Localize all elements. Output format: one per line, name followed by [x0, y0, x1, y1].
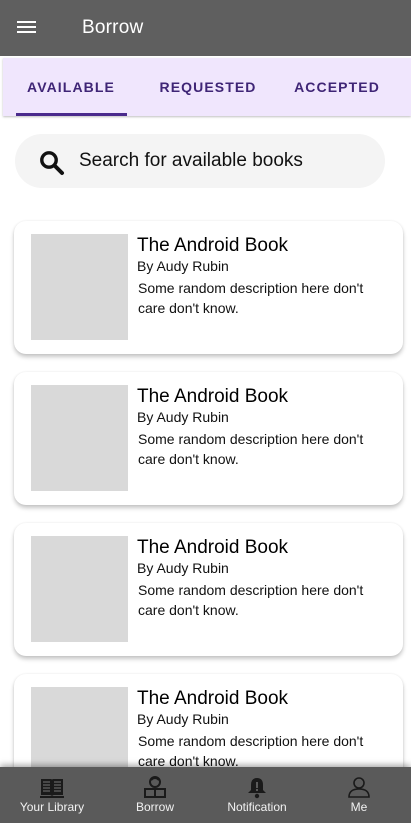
tab-indicator — [16, 113, 127, 116]
book-author: By Audy Rubin — [137, 409, 229, 425]
book-title: The Android Book — [137, 537, 289, 558]
book-author: By Audy Rubin — [137, 711, 229, 727]
bottom-navigation: Your Library Borrow Notification Me — [0, 767, 411, 823]
person-icon — [348, 777, 370, 798]
menu-icon-line — [17, 31, 36, 33]
nav-label: Your Library — [19, 800, 85, 814]
tab-available[interactable]: AVAILABLE — [16, 58, 126, 116]
search-icon — [40, 151, 64, 175]
nav-label: Notification — [227, 800, 287, 814]
search-placeholder: Search for available books — [79, 150, 303, 171]
book-description: Some random description here don't care … — [138, 280, 364, 316]
book-cover — [31, 234, 128, 340]
nav-me[interactable]: Me — [313, 767, 405, 823]
menu-icon-line — [17, 26, 36, 28]
book-title: The Android Book — [137, 688, 289, 709]
nav-label: Me — [350, 800, 368, 814]
book-description: Some random description here don't care … — [138, 733, 364, 769]
reader-icon — [144, 776, 166, 798]
book-description: Some random description here don't care … — [138, 431, 364, 467]
search-bar[interactable]: Search for available books — [15, 134, 385, 188]
menu-icon-line — [17, 21, 36, 23]
menu-button[interactable] — [14, 16, 40, 40]
book-author: By Audy Rubin — [137, 258, 229, 274]
book-icon — [40, 779, 64, 798]
tab-bar: AVAILABLE REQUESTED ACCEPTED — [3, 58, 411, 116]
book-title: The Android Book — [137, 235, 289, 256]
nav-label: Borrow — [135, 800, 174, 814]
book-card[interactable]: The Android Book By Audy Rubin Some rand… — [14, 523, 403, 656]
book-card[interactable]: The Android Book By Audy Rubin Some rand… — [14, 221, 403, 354]
book-card[interactable]: The Android Book By Audy Rubin Some rand… — [14, 372, 403, 505]
app-bar: Borrow — [0, 0, 411, 56]
book-cover — [31, 385, 128, 491]
tab-accepted[interactable]: ACCEPTED — [285, 58, 389, 116]
page-title: Borrow — [82, 17, 144, 38]
book-cover — [31, 536, 128, 642]
book-author: By Audy Rubin — [137, 560, 229, 576]
nav-your-library[interactable]: Your Library — [6, 767, 98, 823]
bell-icon — [248, 778, 266, 799]
tab-requested[interactable]: REQUESTED — [153, 58, 263, 116]
book-title: The Android Book — [137, 386, 289, 407]
nav-borrow[interactable]: Borrow — [109, 767, 201, 823]
nav-notification[interactable]: Notification — [211, 767, 303, 823]
book-description: Some random description here don't care … — [138, 582, 364, 618]
